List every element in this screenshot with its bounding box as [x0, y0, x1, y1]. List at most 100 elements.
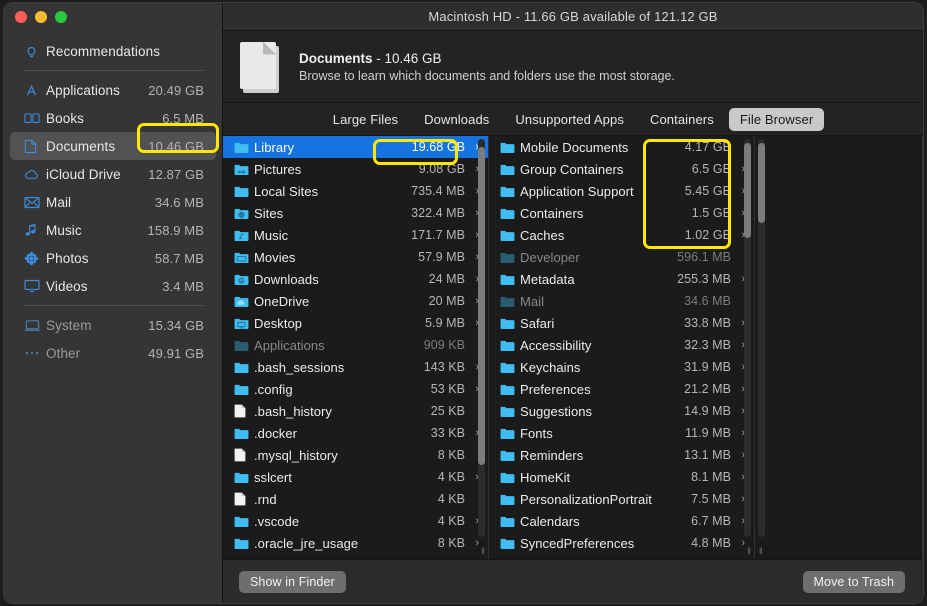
file-row[interactable]: Applications909 KB›: [223, 334, 488, 356]
file-row[interactable]: Sites322.4 MB›: [223, 202, 488, 224]
folder-icon: [500, 471, 520, 484]
file-row[interactable]: Containers1.5 GB›: [489, 202, 754, 224]
file-row[interactable]: .vscode4 KB›: [223, 510, 488, 532]
sidebar-item-applications[interactable]: Applications 20.49 GB: [10, 76, 216, 104]
detail-title-name: Documents: [299, 50, 373, 66]
folder-icon: [500, 273, 520, 286]
sidebar-item-books[interactable]: Books 6.5 MB: [10, 104, 216, 132]
file-row-name: Developer: [520, 249, 580, 265]
file-row-name: Mobile Documents: [520, 139, 629, 155]
file-row[interactable]: .rnd4 KB›: [223, 488, 488, 510]
file-row-name: .mysql_history: [254, 447, 338, 463]
column-resize-grip[interactable]: ‖: [481, 547, 486, 556]
file-row[interactable]: .mysql_history8 KB›: [223, 444, 488, 466]
folder-icon: [234, 471, 254, 484]
folder-icon: [500, 449, 520, 462]
scrollbar-column-2[interactable]: [744, 139, 751, 537]
chevron-right-icon[interactable]: ›: [468, 537, 479, 549]
file-row[interactable]: Fonts11.9 MB›: [489, 422, 754, 444]
sidebar-item-other[interactable]: Other 49.91 GB: [10, 339, 216, 367]
file-row-size: 21.2 MB: [684, 382, 731, 396]
file-row[interactable]: .bash_history25 KB›: [223, 400, 488, 422]
file-row[interactable]: Reminders13.1 MB›: [489, 444, 754, 466]
file-row[interactable]: Local Sites735.4 MB›: [223, 180, 488, 202]
sidebar-item-icloud-drive[interactable]: iCloud Drive 12.87 GB: [10, 160, 216, 188]
sidebar-item-music[interactable]: Music 158.9 MB: [10, 216, 216, 244]
tab-large-files[interactable]: Large Files: [322, 108, 409, 131]
file-list-1[interactable]: Library19.68 GB›Pictures9.08 GB›Local Si…: [223, 136, 488, 559]
file-row[interactable]: Pictures9.08 GB›: [223, 158, 488, 180]
sidebar-item-recommendations[interactable]: Recommendations: [10, 37, 216, 65]
folder-icon: [500, 427, 520, 440]
chevron-right-icon[interactable]: ›: [734, 537, 745, 549]
sidebar-item-photos[interactable]: Photos 58.7 MB: [10, 244, 216, 272]
file-row[interactable]: Metadata255.3 MB›: [489, 268, 754, 290]
tab-unsupported-apps[interactable]: Unsupported Apps: [504, 108, 635, 131]
file-row[interactable]: Mobile Documents4.17 GB›: [489, 136, 754, 158]
file-icon: [234, 404, 254, 418]
file-row[interactable]: Preferences21.2 MB›: [489, 378, 754, 400]
zoom-button[interactable]: [55, 11, 67, 23]
file-row[interactable]: SyncedPreferences 4.8 MB ›: [489, 532, 754, 554]
scrollbar-column-3[interactable]: [758, 139, 765, 537]
file-row-size: 6.7 MB: [691, 514, 731, 528]
file-row[interactable]: Mail34.6 MB›: [489, 290, 754, 312]
file-row-name: .config: [254, 381, 293, 397]
file-row[interactable]: Suggestions14.9 MB›: [489, 400, 754, 422]
tab-containers[interactable]: Containers: [639, 108, 725, 131]
show-in-finder-button[interactable]: Show in Finder: [239, 570, 346, 593]
scrollbar-thumb[interactable]: [478, 146, 485, 466]
book-icon: [24, 111, 46, 125]
scrollbar-column-1[interactable]: [478, 139, 485, 537]
file-row[interactable]: Downloads24 MB›: [223, 268, 488, 290]
file-row-name: Containers: [520, 205, 584, 221]
file-row[interactable]: Calendars6.7 MB›: [489, 510, 754, 532]
file-row[interactable]: Group Containers6.5 GB›: [489, 158, 754, 180]
file-row[interactable]: sslcert4 KB›: [223, 466, 488, 488]
file-row[interactable]: PersonalizationPortrait7.5 MB›: [489, 488, 754, 510]
file-row[interactable]: OneDrive20 MB›: [223, 290, 488, 312]
column-resize-grip[interactable]: ‖: [759, 547, 764, 556]
sidebar-item-label: Applications: [46, 82, 120, 98]
sidebar-item-system[interactable]: System 15.34 GB: [10, 311, 216, 339]
file-row[interactable]: .config53 KB›: [223, 378, 488, 400]
file-row-name: Metadata: [520, 271, 575, 287]
move-to-trash-button[interactable]: Move to Trash: [802, 570, 905, 593]
folder-icon: [500, 537, 520, 550]
sidebar-item-mail[interactable]: Mail 34.6 MB: [10, 188, 216, 216]
file-row[interactable]: Library19.68 GB›: [223, 136, 488, 158]
file-row[interactable]: HomeKit8.1 MB›: [489, 466, 754, 488]
file-row[interactable]: Accessibility32.3 MB›: [489, 334, 754, 356]
file-row[interactable]: Caches1.02 GB›: [489, 224, 754, 246]
file-row[interactable]: Safari33.8 MB›: [489, 312, 754, 334]
minimize-button[interactable]: [35, 11, 47, 23]
file-row[interactable]: .bash_sessions143 KB›: [223, 356, 488, 378]
column-resize-grip[interactable]: ‖: [747, 547, 752, 556]
close-button[interactable]: [15, 11, 27, 23]
file-row[interactable]: .oracle_jre_usage 8 KB ›: [223, 532, 488, 554]
sidebar-item-videos[interactable]: Videos 3.4 MB: [10, 272, 216, 300]
file-row[interactable]: Application Support5.45 GB›: [489, 180, 754, 202]
scrollbar-thumb[interactable]: [744, 142, 751, 239]
file-row[interactable]: Desktop5.9 MB›: [223, 312, 488, 334]
file-row-size: 57.9 MB: [418, 250, 465, 264]
file-row-name: Desktop: [254, 315, 303, 331]
file-row-name: .oracle_jre_usage: [254, 535, 359, 551]
file-row[interactable]: Movies57.9 MB›: [223, 246, 488, 268]
file-row[interactable]: Developer596.1 MB›: [489, 246, 754, 268]
sidebar-item-size: 15.34 GB: [148, 317, 204, 333]
file-list-2[interactable]: Mobile Documents 4.17 GB › Group Containers…: [489, 136, 754, 559]
file-row[interactable]: .docker33 KB›: [223, 422, 488, 444]
sidebar-divider-bottom: [24, 305, 204, 306]
scrollbar-thumb[interactable]: [758, 142, 765, 223]
file-row-size: 4.17 GB: [684, 140, 731, 154]
file-row[interactable]: Keychains31.9 MB›: [489, 356, 754, 378]
file-row-size: 32.3 MB: [684, 338, 731, 352]
file-row-size: 5.9 MB: [425, 316, 465, 330]
tab-file-browser[interactable]: File Browser: [728, 107, 825, 131]
sidebar-item-documents[interactable]: Documents 10.46 GB: [10, 132, 216, 160]
tab-downloads[interactable]: Downloads: [413, 108, 500, 131]
file-row[interactable]: Music171.7 MB›: [223, 224, 488, 246]
folder-icon: [234, 361, 254, 374]
folder-icon: [500, 295, 520, 308]
